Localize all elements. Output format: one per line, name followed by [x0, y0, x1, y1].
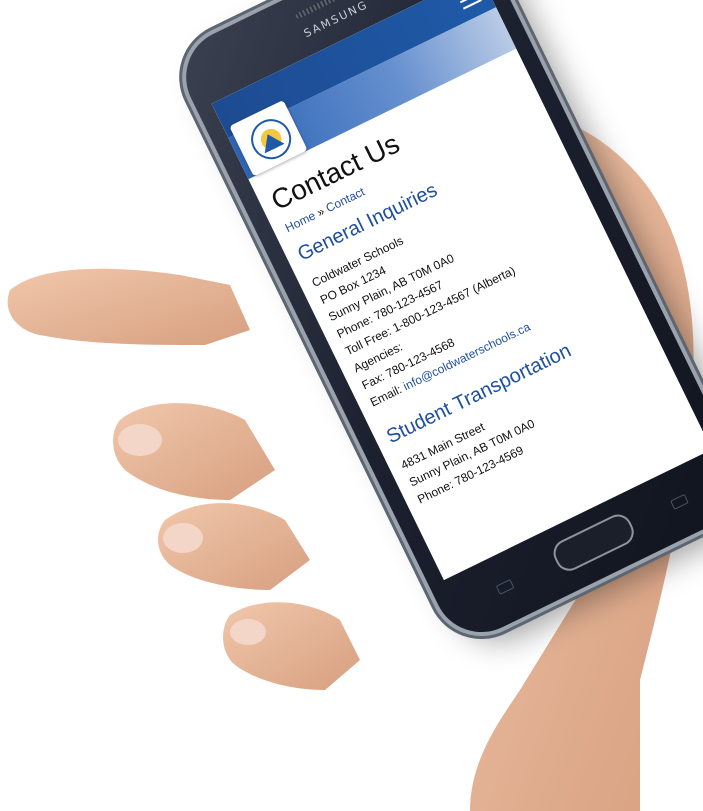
thumb [7, 268, 251, 345]
recent-apps-key[interactable] [495, 578, 515, 595]
photo-stage: SAMSUNG Contact Us Home » Contact Genera… [0, 0, 703, 811]
hamburger-menu-icon[interactable] [457, 0, 482, 10]
finger-3 [223, 602, 360, 690]
back-key[interactable] [670, 493, 689, 510]
